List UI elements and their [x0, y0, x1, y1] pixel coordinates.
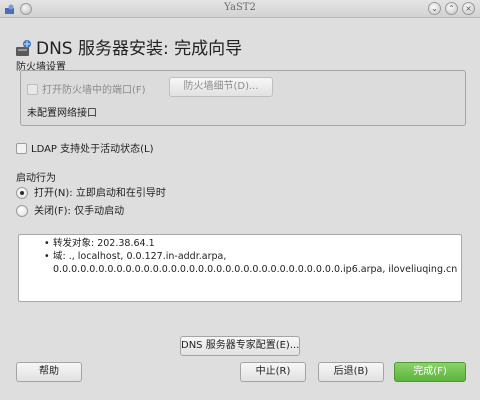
startup-on-label: 打开(N): 立即启动和在引导时 [34, 188, 166, 199]
radio-unselected-icon [16, 205, 28, 217]
startup-on-radio[interactable]: 打开(N): 立即启动和在引导时 [16, 184, 166, 199]
window-title: YaST2 [224, 2, 256, 13]
radio-selected-icon [16, 187, 28, 199]
firewall-details-button[interactable]: 防火墙细节(D)... [169, 77, 273, 97]
ldap-label: LDAP 支持处于活动状态(L) [31, 144, 154, 155]
summary-domains-continued: 0.0.0.0.0.0.0.0.0.0.0.0.0.0.0.0.0.0.0.0.… [53, 264, 458, 275]
window-titlebar[interactable]: YaST2 ⌄ ⌃ × [0, 0, 480, 18]
startup-off-radio[interactable]: 关闭(F): 仅手动启动 [16, 202, 124, 217]
firewall-interfaces-text: 未配置网络接口 [27, 108, 97, 119]
abort-button[interactable]: 中止(R) [240, 362, 306, 382]
back-button[interactable]: 后退(B) [318, 362, 384, 382]
firewall-settings-frame: 打开防火墙中的端口(F) 防火墙细节(D)... 未配置网络接口 [20, 70, 466, 126]
dns-expert-config-button[interactable]: DNS 服务器专家配置(E)... [180, 336, 300, 356]
startup-off-label: 关闭(F): 仅手动启动 [34, 206, 125, 217]
dns-server-icon [14, 39, 34, 57]
checkbox-icon [27, 84, 38, 95]
close-icon[interactable]: × [462, 2, 475, 15]
open-port-label: 打开防火墙中的端口(F) [42, 85, 146, 96]
page-title-text: DNS 服务器安装: 完成向导 [36, 39, 243, 59]
summary-domains: 域: ., localhost, 0.0.127.in-addr.arpa, [44, 250, 461, 263]
page-title: DNS 服务器安装: 完成向导 [14, 34, 242, 59]
finish-button[interactable]: 完成(F) [394, 362, 466, 382]
summary-forwarders: 转发对象: 202.38.64.1 [44, 237, 461, 250]
help-button[interactable]: 帮助 [16, 362, 82, 382]
startup-behavior-label: 启动行为 [16, 173, 56, 184]
maximize-icon[interactable]: ⌃ [445, 2, 458, 15]
minimize-icon[interactable]: ⌄ [428, 2, 441, 15]
open-port-checkbox[interactable]: 打开防火墙中的端口(F) [27, 81, 146, 96]
checkbox-icon [16, 143, 27, 154]
ldap-checkbox[interactable]: LDAP 支持处于活动状态(L) [16, 140, 154, 155]
main-content: DNS 服务器安装: 完成向导 防火墙设置 打开防火墙中的端口(F) 防火墙细节… [0, 18, 480, 400]
summary-panel[interactable]: 转发对象: 202.38.64.1 域: ., localhost, 0.0.1… [18, 234, 462, 302]
